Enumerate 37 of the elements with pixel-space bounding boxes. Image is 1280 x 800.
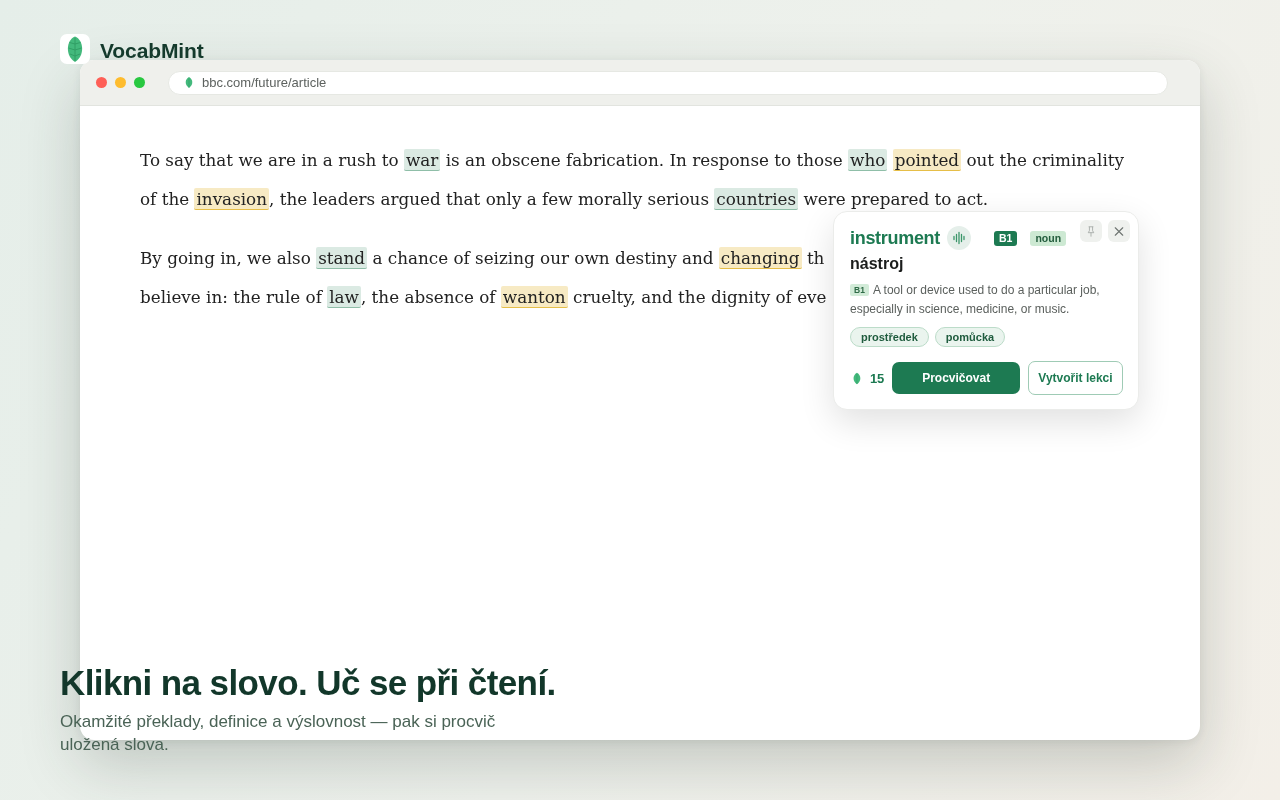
hero-title: Klikni na slovo. Uč se při čtení. — [60, 662, 556, 704]
highlighted-word[interactable]: pointed — [892, 149, 962, 171]
level-badge: B1 — [994, 230, 1018, 246]
pin-icon — [1086, 225, 1096, 237]
hero-subtitle: Okamžité překlady, definice a výslovnost — pak si procvič uložená slova. — [60, 711, 497, 756]
definition: B1 A tool or device used to do a particular job, especially in science, medicine, or music. — [850, 282, 1101, 318]
close-icon — [1114, 225, 1124, 237]
window-minimize-icon[interactable] — [115, 77, 126, 88]
highlighted-word[interactable]: law — [327, 286, 361, 308]
window-close-icon[interactable] — [96, 77, 107, 88]
highlighted-word[interactable]: wanton — [500, 286, 568, 308]
level-badge: B1 — [850, 284, 869, 296]
window-zoom-icon[interactable] — [134, 77, 145, 88]
leaf-icon — [184, 76, 194, 89]
practice-button[interactable]: Procvičovat — [892, 362, 1020, 394]
article-paragraph: By going in, we also stand a chance of seizing our own destiny and changing th believe in: the rule of law, the absence of wanton cruelty, and the dignity of eve — [140, 246, 827, 310]
address-bar[interactable]: bbc.com/future/article — [168, 70, 1168, 95]
highlighted-word[interactable]: stand — [316, 247, 368, 269]
article-paragraph: To say that we are in a rush to war is an obscene fabrication. In response to those who pointed out the criminality of the invasion, the leaders argued that only a few morally serious countries were prepared to act. — [140, 148, 1125, 212]
word-class-tag: noun — [1030, 230, 1067, 246]
close-button[interactable] — [1108, 220, 1130, 242]
highlighted-word[interactable]: changing — [718, 247, 802, 269]
highlighted-word[interactable]: invasion — [194, 188, 270, 210]
word-count: 15 — [869, 370, 885, 386]
lesson-button[interactable]: Vytvořit lekci — [1027, 361, 1123, 395]
audio-waveform-icon[interactable] — [947, 226, 971, 250]
highlighted-word[interactable]: countries — [714, 188, 799, 210]
leaf-icon — [852, 370, 862, 386]
pin-button[interactable] — [1080, 220, 1102, 242]
highlighted-word[interactable]: who — [848, 149, 888, 171]
leaf-logo-icon — [60, 34, 90, 64]
synonym-chip[interactable]: pomůcka — [934, 327, 1006, 347]
headword: instrument — [850, 227, 940, 249]
synonym-chip[interactable]: prostředek — [850, 327, 929, 347]
app-name: VocabMint — [100, 38, 204, 63]
translation: nástroj — [850, 255, 905, 273]
highlighted-word[interactable]: war — [403, 149, 441, 171]
